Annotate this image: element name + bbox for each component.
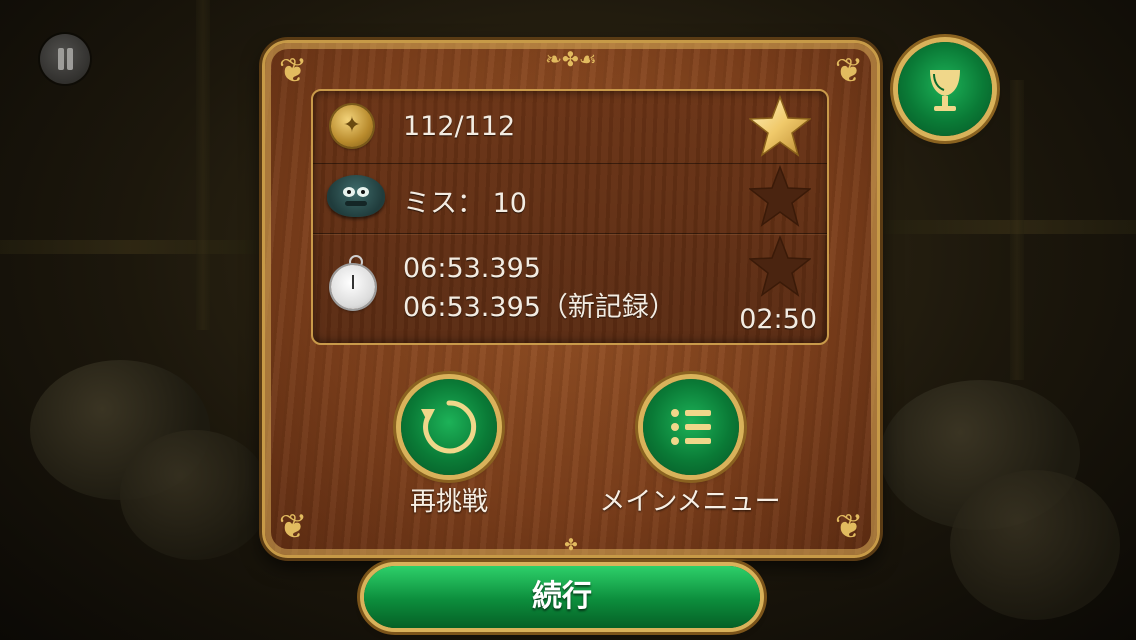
ornament-top: ❧✤☙ xyxy=(545,47,597,71)
retry-label[interactable]: 再挑戦 xyxy=(369,481,529,518)
time-row: 06:53.395 06:53.395（新記録） 02:50 xyxy=(313,233,827,343)
misses-row: ミス： 10 xyxy=(313,163,827,234)
pause-button[interactable] xyxy=(40,34,90,84)
time-best: 06:53.395（新記録） xyxy=(403,292,676,323)
coins-row: ✦ 112/112 xyxy=(313,91,827,164)
target-time: 02:50 xyxy=(739,304,817,335)
continue-button[interactable]: 続行 xyxy=(364,566,760,628)
retry-button[interactable] xyxy=(401,379,497,475)
results-panel: ❦ ❦ ❦ ❦ ❧✤☙ ✤ ✦ 112/112 ミス： 10 06:53.395… xyxy=(262,40,880,558)
star-filled-icon xyxy=(749,95,811,157)
stats-box: ✦ 112/112 ミス： 10 06:53.395 06:53.395（新記録… xyxy=(311,89,829,345)
pocket-watch-icon xyxy=(329,255,379,309)
trophy-button[interactable] xyxy=(898,42,992,136)
retry-arrow-icon xyxy=(421,400,477,454)
ornament-bottom: ✤ xyxy=(564,535,578,554)
ornament-corner: ❦ xyxy=(834,51,864,91)
main-menu-button[interactable] xyxy=(643,379,739,475)
main-menu-label[interactable]: メインメニュー xyxy=(565,481,815,518)
star-empty-icon xyxy=(749,235,811,297)
pause-icon xyxy=(58,48,64,70)
misses-count: ミス： 10 xyxy=(403,188,527,219)
time-current: 06:53.395 xyxy=(403,253,541,284)
star-empty-icon xyxy=(749,165,811,227)
ornament-corner: ❦ xyxy=(278,507,308,547)
ornament-corner: ❦ xyxy=(834,507,864,547)
trophy-icon xyxy=(930,70,960,111)
ornament-corner: ❦ xyxy=(278,51,308,91)
gold-coin-icon: ✦ xyxy=(331,105,373,147)
monster-icon xyxy=(327,175,385,217)
coins-count: 112/112 xyxy=(403,111,516,142)
list-menu-icon xyxy=(671,409,711,445)
